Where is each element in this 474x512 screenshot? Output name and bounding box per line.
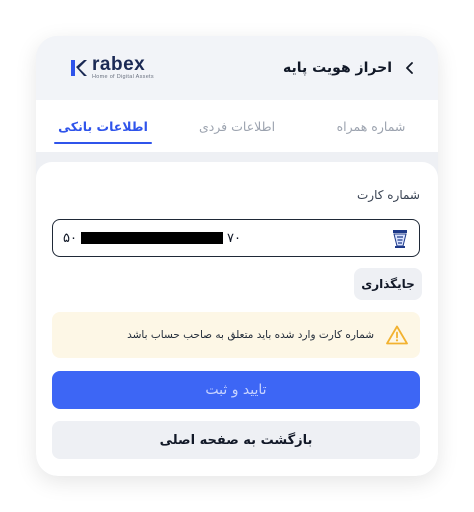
bank-logo-icon <box>393 230 407 248</box>
card-number-input[interactable]: ۵۰ ۷۰ <box>52 219 420 257</box>
tab-bank-info[interactable]: اطلاعات بانکی <box>36 100 170 152</box>
submit-button[interactable]: تایید و ثبت <box>52 371 420 409</box>
logo-tagline: Home of Digital Assets <box>92 74 154 80</box>
rabex-logo-icon <box>71 60 87 76</box>
back-to-home-button[interactable]: بازگشت به صفحه اصلی <box>52 421 420 459</box>
bank-info-card: شماره کارت ۵۰ ۷۰ جایگذاری شماره کارت وار… <box>36 162 438 476</box>
tab-bar: شماره همراه اطلاعات فردی اطلاعات بانکی <box>36 100 438 152</box>
card-number-prefix: ۵۰ <box>63 230 77 246</box>
paste-button[interactable]: جایگذاری <box>354 268 422 300</box>
app-frame: rabex Home of Digital Assets احراز هویت … <box>36 36 438 476</box>
card-number-label: شماره کارت <box>356 188 420 202</box>
warning-banner: شماره کارت وارد شده باید متعلق به صاحب ح… <box>52 312 420 358</box>
warning-icon <box>386 325 408 345</box>
rabex-logo: rabex Home of Digital Assets <box>68 55 154 81</box>
redacted-digits <box>80 232 223 244</box>
card-number-suffix: ۷۰ <box>226 230 241 246</box>
warning-text: شماره کارت وارد شده باید متعلق به صاحب ح… <box>127 329 374 341</box>
header: rabex Home of Digital Assets احراز هویت … <box>36 36 438 100</box>
tab-personal-info[interactable]: اطلاعات فردی <box>170 100 304 152</box>
chevron-left-icon[interactable] <box>402 61 416 75</box>
page-title: احراز هویت پایه <box>282 60 392 76</box>
logo-wordmark: rabex <box>92 54 146 75</box>
tab-mobile-number[interactable]: شماره همراه <box>304 100 438 152</box>
